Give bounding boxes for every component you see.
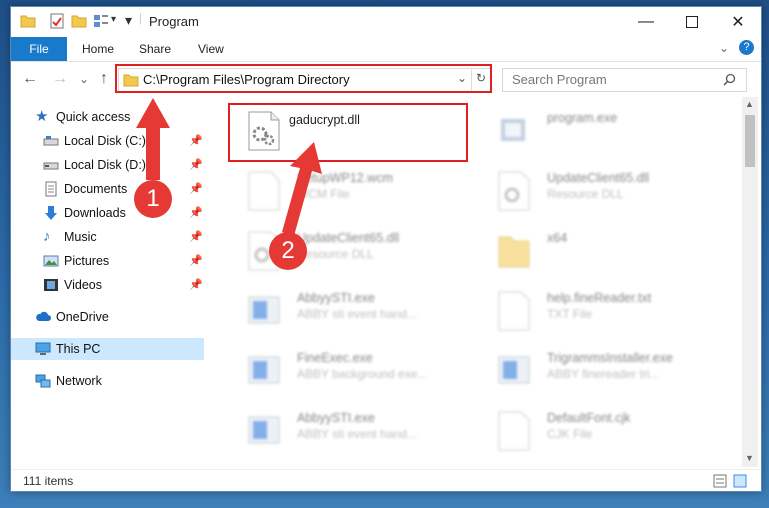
step-1-badge: 1 xyxy=(134,180,172,218)
annotation-arrows xyxy=(136,98,322,236)
arrow-1-icon xyxy=(136,98,170,180)
step-2-badge: 2 xyxy=(269,232,307,270)
arrow-2-icon xyxy=(282,142,322,236)
